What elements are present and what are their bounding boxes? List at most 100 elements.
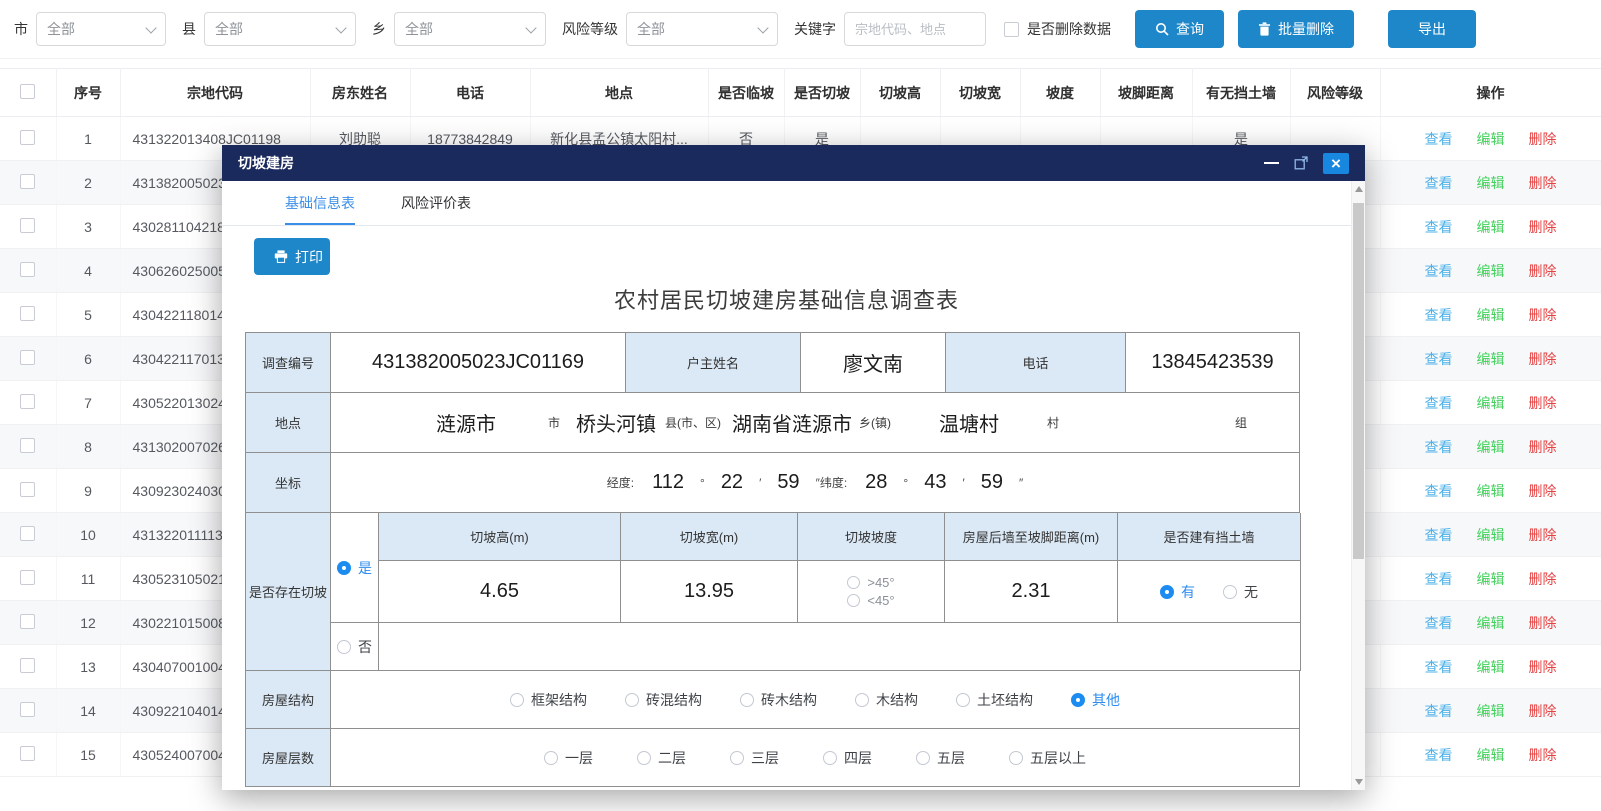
floors-option[interactable]: 四层 [823, 748, 872, 768]
floors-option[interactable]: 一层 [544, 748, 593, 768]
scroll-up-icon[interactable] [1355, 186, 1363, 192]
edit-link[interactable]: 编辑 [1477, 659, 1505, 675]
actions-cell: 查看 编辑 删除 [1380, 161, 1601, 205]
view-link[interactable]: 查看 [1425, 615, 1453, 631]
edit-link[interactable]: 编辑 [1477, 307, 1505, 323]
search-button[interactable]: 查询 [1135, 10, 1224, 48]
delete-link[interactable]: 删除 [1529, 615, 1557, 631]
delete-link[interactable]: 删除 [1529, 175, 1557, 191]
row-checkbox[interactable] [20, 526, 35, 541]
tab-risk-evaluation[interactable]: 风险评价表 [401, 181, 471, 225]
floors-option[interactable]: 五层以上 [1009, 748, 1086, 768]
structure-option[interactable]: 其他 [1071, 690, 1120, 710]
view-link[interactable]: 查看 [1425, 307, 1453, 323]
edit-link[interactable]: 编辑 [1477, 527, 1505, 543]
view-link[interactable]: 查看 [1425, 395, 1453, 411]
edit-link[interactable]: 编辑 [1477, 395, 1505, 411]
edit-link[interactable]: 编辑 [1477, 571, 1505, 587]
export-button[interactable]: 导出 [1388, 10, 1476, 48]
slope-angle-option[interactable]: <45° [847, 593, 894, 608]
view-link[interactable]: 查看 [1425, 659, 1453, 675]
row-checkbox[interactable] [20, 438, 35, 453]
town-select[interactable]: 全部 [394, 12, 546, 46]
structure-option[interactable]: 框架结构 [510, 690, 587, 710]
delete-link[interactable]: 删除 [1529, 351, 1557, 367]
delete-link[interactable]: 删除 [1529, 659, 1557, 675]
delete-link[interactable]: 删除 [1529, 131, 1557, 147]
delete-link[interactable]: 删除 [1529, 395, 1557, 411]
city-select[interactable]: 全部 [36, 12, 166, 46]
view-link[interactable]: 查看 [1425, 439, 1453, 455]
view-link[interactable]: 查看 [1425, 483, 1453, 499]
delete-link[interactable]: 删除 [1529, 219, 1557, 235]
edit-link[interactable]: 编辑 [1477, 131, 1505, 147]
view-link[interactable]: 查看 [1425, 131, 1453, 147]
maximize-icon[interactable] [1294, 156, 1308, 170]
structure-option[interactable]: 土坯结构 [956, 690, 1033, 710]
row-checkbox[interactable] [20, 394, 35, 409]
delete-link[interactable]: 删除 [1529, 263, 1557, 279]
row-checkbox[interactable] [20, 614, 35, 629]
row-checkbox[interactable] [20, 702, 35, 717]
view-link[interactable]: 查看 [1425, 527, 1453, 543]
batch-delete-button[interactable]: 批量删除 [1238, 10, 1354, 48]
floors-option[interactable]: 二层 [637, 748, 686, 768]
deleted-data-checkbox[interactable] [1004, 22, 1019, 37]
view-link[interactable]: 查看 [1425, 219, 1453, 235]
structure-option[interactable]: 砖木结构 [740, 690, 817, 710]
edit-link[interactable]: 编辑 [1477, 615, 1505, 631]
wall-option[interactable]: 无 [1223, 582, 1258, 602]
row-checkbox[interactable] [20, 130, 35, 145]
keyword-input[interactable] [844, 12, 986, 46]
edit-link[interactable]: 编辑 [1477, 175, 1505, 191]
delete-link[interactable]: 删除 [1529, 703, 1557, 719]
radio-label: 框架结构 [531, 690, 587, 710]
view-link[interactable]: 查看 [1425, 263, 1453, 279]
view-link[interactable]: 查看 [1425, 747, 1453, 763]
row-checkbox[interactable] [20, 746, 35, 761]
cut-slope-yes-option[interactable]: 是 [337, 558, 372, 578]
row-checkbox[interactable] [20, 174, 35, 189]
edit-link[interactable]: 编辑 [1477, 747, 1505, 763]
edit-link[interactable]: 编辑 [1477, 439, 1505, 455]
slope-angle-option[interactable]: >45° [847, 575, 894, 590]
risk-select[interactable]: 全部 [626, 12, 778, 46]
floors-option[interactable]: 三层 [730, 748, 779, 768]
row-checkbox[interactable] [20, 306, 35, 321]
scrollbar-thumb[interactable] [1353, 203, 1364, 559]
delete-link[interactable]: 删除 [1529, 527, 1557, 543]
view-link[interactable]: 查看 [1425, 571, 1453, 587]
edit-link[interactable]: 编辑 [1477, 219, 1505, 235]
row-checkbox[interactable] [20, 658, 35, 673]
delete-link[interactable]: 删除 [1529, 439, 1557, 455]
select-all-checkbox[interactable] [20, 84, 35, 99]
edit-link[interactable]: 编辑 [1477, 263, 1505, 279]
tab-basic-info[interactable]: 基础信息表 [285, 181, 355, 225]
edit-link[interactable]: 编辑 [1477, 703, 1505, 719]
cut-slope-no-option[interactable]: 否 [337, 637, 372, 657]
delete-link[interactable]: 删除 [1529, 307, 1557, 323]
edit-link[interactable]: 编辑 [1477, 351, 1505, 367]
row-checkbox[interactable] [20, 570, 35, 585]
delete-link[interactable]: 删除 [1529, 747, 1557, 763]
row-checkbox[interactable] [20, 262, 35, 277]
print-button[interactable]: 打印 [254, 238, 330, 275]
structure-option[interactable]: 木结构 [855, 690, 918, 710]
minimize-icon[interactable] [1264, 162, 1279, 164]
row-checkbox[interactable] [20, 218, 35, 233]
structure-option[interactable]: 砖混结构 [625, 690, 702, 710]
view-link[interactable]: 查看 [1425, 703, 1453, 719]
delete-link[interactable]: 删除 [1529, 483, 1557, 499]
close-icon[interactable]: × [1323, 153, 1349, 174]
floors-option[interactable]: 五层 [916, 748, 965, 768]
modal-scrollbar[interactable] [1351, 181, 1365, 790]
row-checkbox[interactable] [20, 350, 35, 365]
edit-link[interactable]: 编辑 [1477, 483, 1505, 499]
county-select[interactable]: 全部 [204, 12, 356, 46]
view-link[interactable]: 查看 [1425, 175, 1453, 191]
delete-link[interactable]: 删除 [1529, 571, 1557, 587]
view-link[interactable]: 查看 [1425, 351, 1453, 367]
scroll-down-icon[interactable] [1355, 779, 1363, 785]
row-checkbox[interactable] [20, 482, 35, 497]
wall-option[interactable]: 有 [1160, 582, 1195, 602]
